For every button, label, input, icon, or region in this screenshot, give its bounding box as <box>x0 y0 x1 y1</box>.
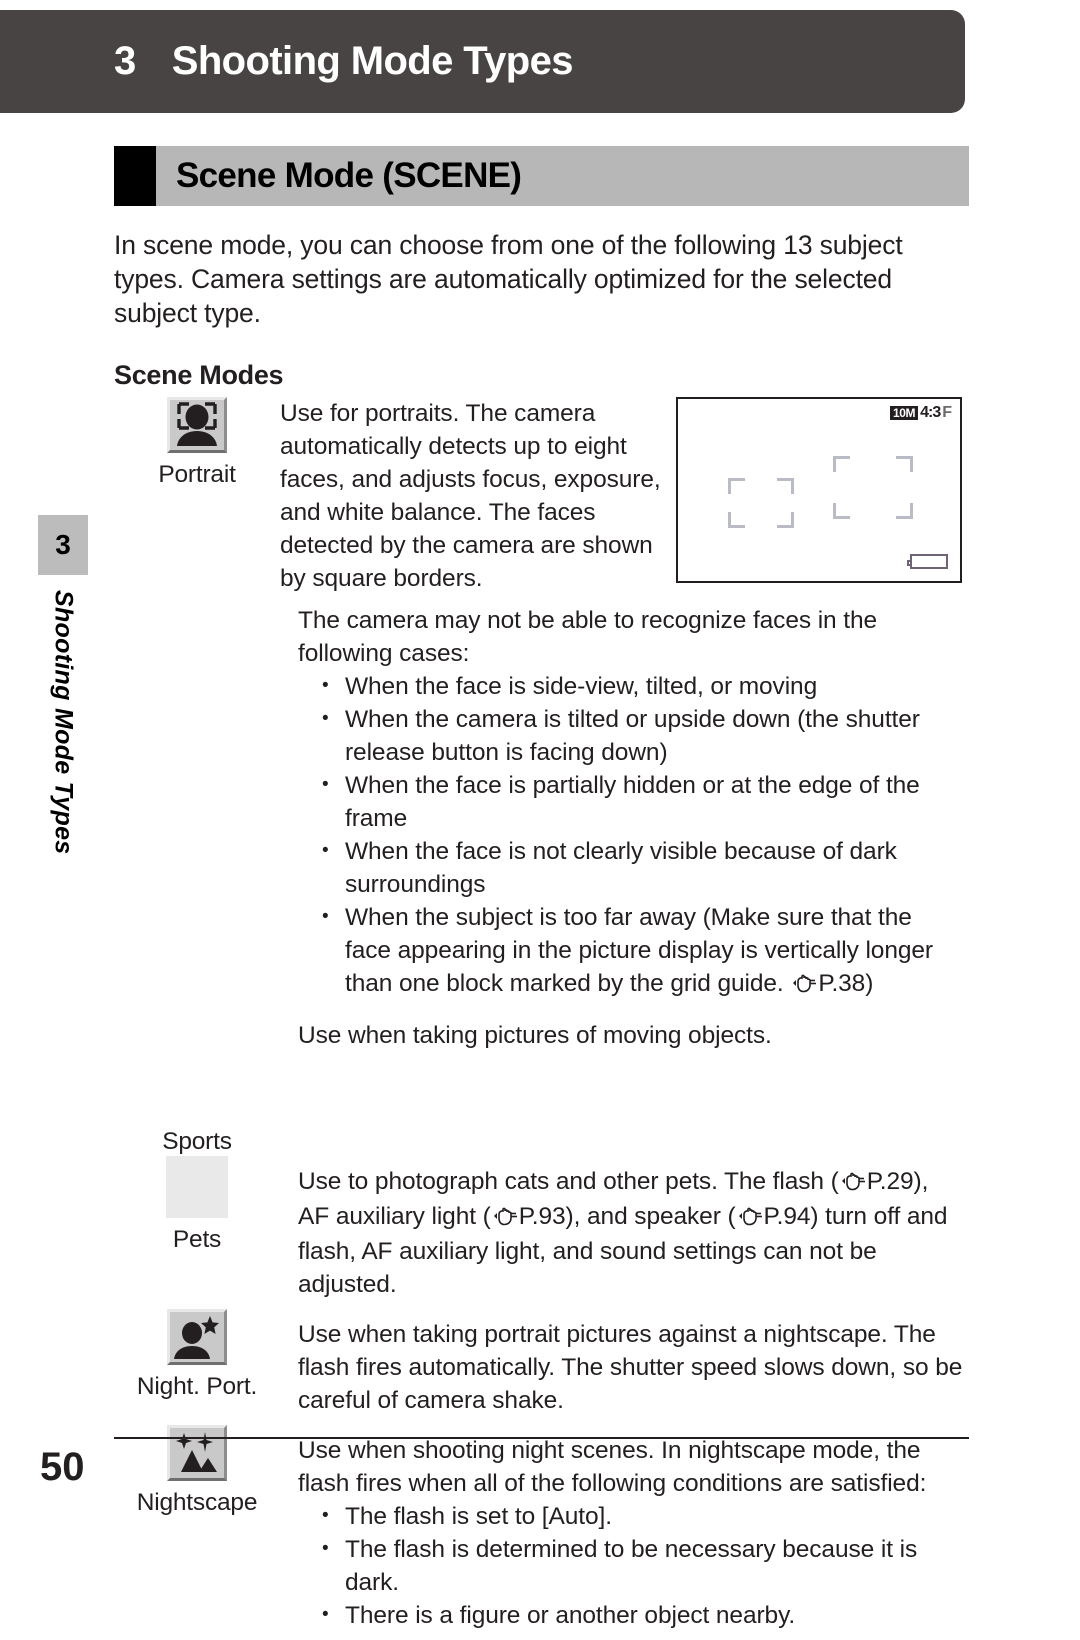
footer-divider <box>114 1437 969 1439</box>
night-portrait-description-text: Use when taking portrait pictures agains… <box>298 1321 963 1414</box>
section-tab-marker <box>114 146 156 206</box>
aspect-ratio-badge: 4:3 <box>920 404 941 421</box>
page-number: 50 <box>40 1445 85 1489</box>
nightscape-description-block: Use when shooting night scenes. In night… <box>280 1425 969 1640</box>
list-item: When the face is partially hidden or at … <box>316 768 963 835</box>
sports-icon-cell: Sports <box>114 1010 280 1156</box>
pets-text-part-1: Use to photograph cats and other pets. T… <box>298 1168 839 1195</box>
chapter-title: Shooting Mode Types <box>171 39 574 83</box>
nightscape-description-text: Use when shooting night scenes. In night… <box>298 1437 927 1497</box>
page-reference: P.29 <box>866 1168 914 1195</box>
pointing-hand-icon <box>840 1167 866 1200</box>
nightscape-icon <box>167 1425 227 1481</box>
scene-modes-table: Portrait Use for portraits. The camera a… <box>114 397 969 1640</box>
portrait-face-detect-icon <box>167 397 227 453</box>
mode-label-nightscape: Nightscape <box>136 1489 258 1516</box>
resolution-badge: 10M <box>889 406 919 420</box>
face-note-intro: The camera may not be able to recognize … <box>298 607 878 667</box>
section-heading-bar: Scene Mode (SCENE) <box>114 146 969 206</box>
pets-description-cell: Use to photograph cats and other pets. T… <box>280 1156 969 1309</box>
mode-label-pets: Pets <box>172 1226 222 1253</box>
frame-corner-icon <box>896 456 913 472</box>
frame-corner-icon <box>728 478 745 494</box>
list-item: When the face is not clearly visible bec… <box>316 834 963 901</box>
face-note-bullets: When the face is side-view, tilted, or m… <box>298 669 963 1002</box>
side-chapter-title-vertical: Shooting Mode Types <box>38 590 88 890</box>
pets-description-text: Use to photograph cats and other pets. T… <box>280 1156 969 1309</box>
section-title: Scene Mode (SCENE) <box>176 156 522 195</box>
camera-lcd-display: 10M 4:3 F <box>676 397 962 583</box>
page-reference: P.38 <box>818 970 866 997</box>
list-item: The flash is set to [Auto]. <box>316 1499 963 1533</box>
table-row: Pets Use to photograph cats and other pe… <box>114 1156 969 1309</box>
frame-corner-icon <box>728 512 745 528</box>
pointing-hand-icon <box>737 1202 763 1235</box>
night-portrait-icon <box>167 1309 227 1365</box>
camera-display-illustration-cell: 10M 4:3 F <box>670 397 969 595</box>
sports-description-text: Use when taking pictures of moving objec… <box>298 1022 772 1049</box>
pointing-hand-icon <box>791 969 817 1002</box>
face-note-cell: The camera may not be able to recognize … <box>280 595 969 1010</box>
table-row: Night. Port. Use when taking portrait pi… <box>114 1309 969 1425</box>
list-item-tail: ) <box>865 970 874 997</box>
portrait-description-cell: Use for portraits. The camera automatica… <box>280 397 969 595</box>
face-note-block: The camera may not be able to recognize … <box>280 595 969 1010</box>
pets-text-part-3: ), and speaker ( <box>565 1203 736 1230</box>
list-item: There is a figure or another object near… <box>316 1598 963 1632</box>
nightscape-description-cell: Use when shooting night scenes. In night… <box>280 1425 969 1640</box>
sports-icon-missing <box>167 1010 227 1066</box>
chapter-header-bar: 3 Shooting Mode Types <box>0 10 965 113</box>
frame-corner-icon <box>777 512 794 528</box>
night-portrait-description-cell: Use when taking portrait pictures agains… <box>280 1309 969 1425</box>
nightscape-icon-cell: Nightscape <box>114 1425 280 1640</box>
frame-corner-icon <box>777 478 794 494</box>
table-row: Portrait Use for portraits. The camera a… <box>114 397 969 595</box>
pointing-hand-icon <box>492 1202 518 1235</box>
sports-description-cell: Use when taking pictures of moving objec… <box>280 1010 969 1156</box>
table-row: Nightscape Use when shooting night scene… <box>114 1425 969 1640</box>
side-chapter-title-text: Shooting Mode Types <box>49 590 78 855</box>
mode-label-night-portrait: Night. Port. <box>136 1373 258 1400</box>
subheading-scene-modes: Scene Modes <box>114 360 284 390</box>
table-row: Sports Use when taking pictures of movin… <box>114 1010 969 1156</box>
side-chapter-tab: 3 <box>38 515 88 575</box>
list-item: When the camera is tilted or upside down… <box>316 702 963 769</box>
pets-icon-cell: Pets <box>114 1156 280 1309</box>
lcd-status-badges: 10M 4:3 F <box>889 404 952 421</box>
mode-label-portrait: Portrait <box>158 461 236 488</box>
face-detection-frame <box>833 456 913 519</box>
side-chapter-number: 3 <box>55 529 71 560</box>
frame-corner-icon <box>833 456 850 472</box>
intro-paragraph: In scene mode, you can choose from one o… <box>114 230 903 328</box>
list-item: When the face is side-view, tilted, or m… <box>316 669 963 703</box>
nightscape-bullets: The flash is set to [Auto]. The flash is… <box>298 1499 963 1632</box>
list-item: The flash is determined to be necessary … <box>316 1532 963 1599</box>
page-reference: P.93 <box>518 1203 566 1230</box>
mode-label-sports: Sports <box>162 1128 232 1155</box>
page-reference: P.94 <box>763 1203 811 1230</box>
list-item: When the subject is too far away (Make s… <box>316 900 963 1002</box>
battery-icon <box>907 554 948 569</box>
face-detection-frame <box>728 478 794 528</box>
portrait-description-text: Use for portraits. The camera automatica… <box>280 400 661 592</box>
pets-icon-placeholder <box>166 1156 228 1218</box>
frame-corner-icon <box>896 503 913 519</box>
portrait-icon-cell: Portrait <box>114 397 280 1010</box>
frame-corner-icon <box>833 503 850 519</box>
night-portrait-icon-cell: Night. Port. <box>114 1309 280 1425</box>
chapter-number: 3 <box>114 39 136 83</box>
quality-badge: F <box>942 404 952 421</box>
